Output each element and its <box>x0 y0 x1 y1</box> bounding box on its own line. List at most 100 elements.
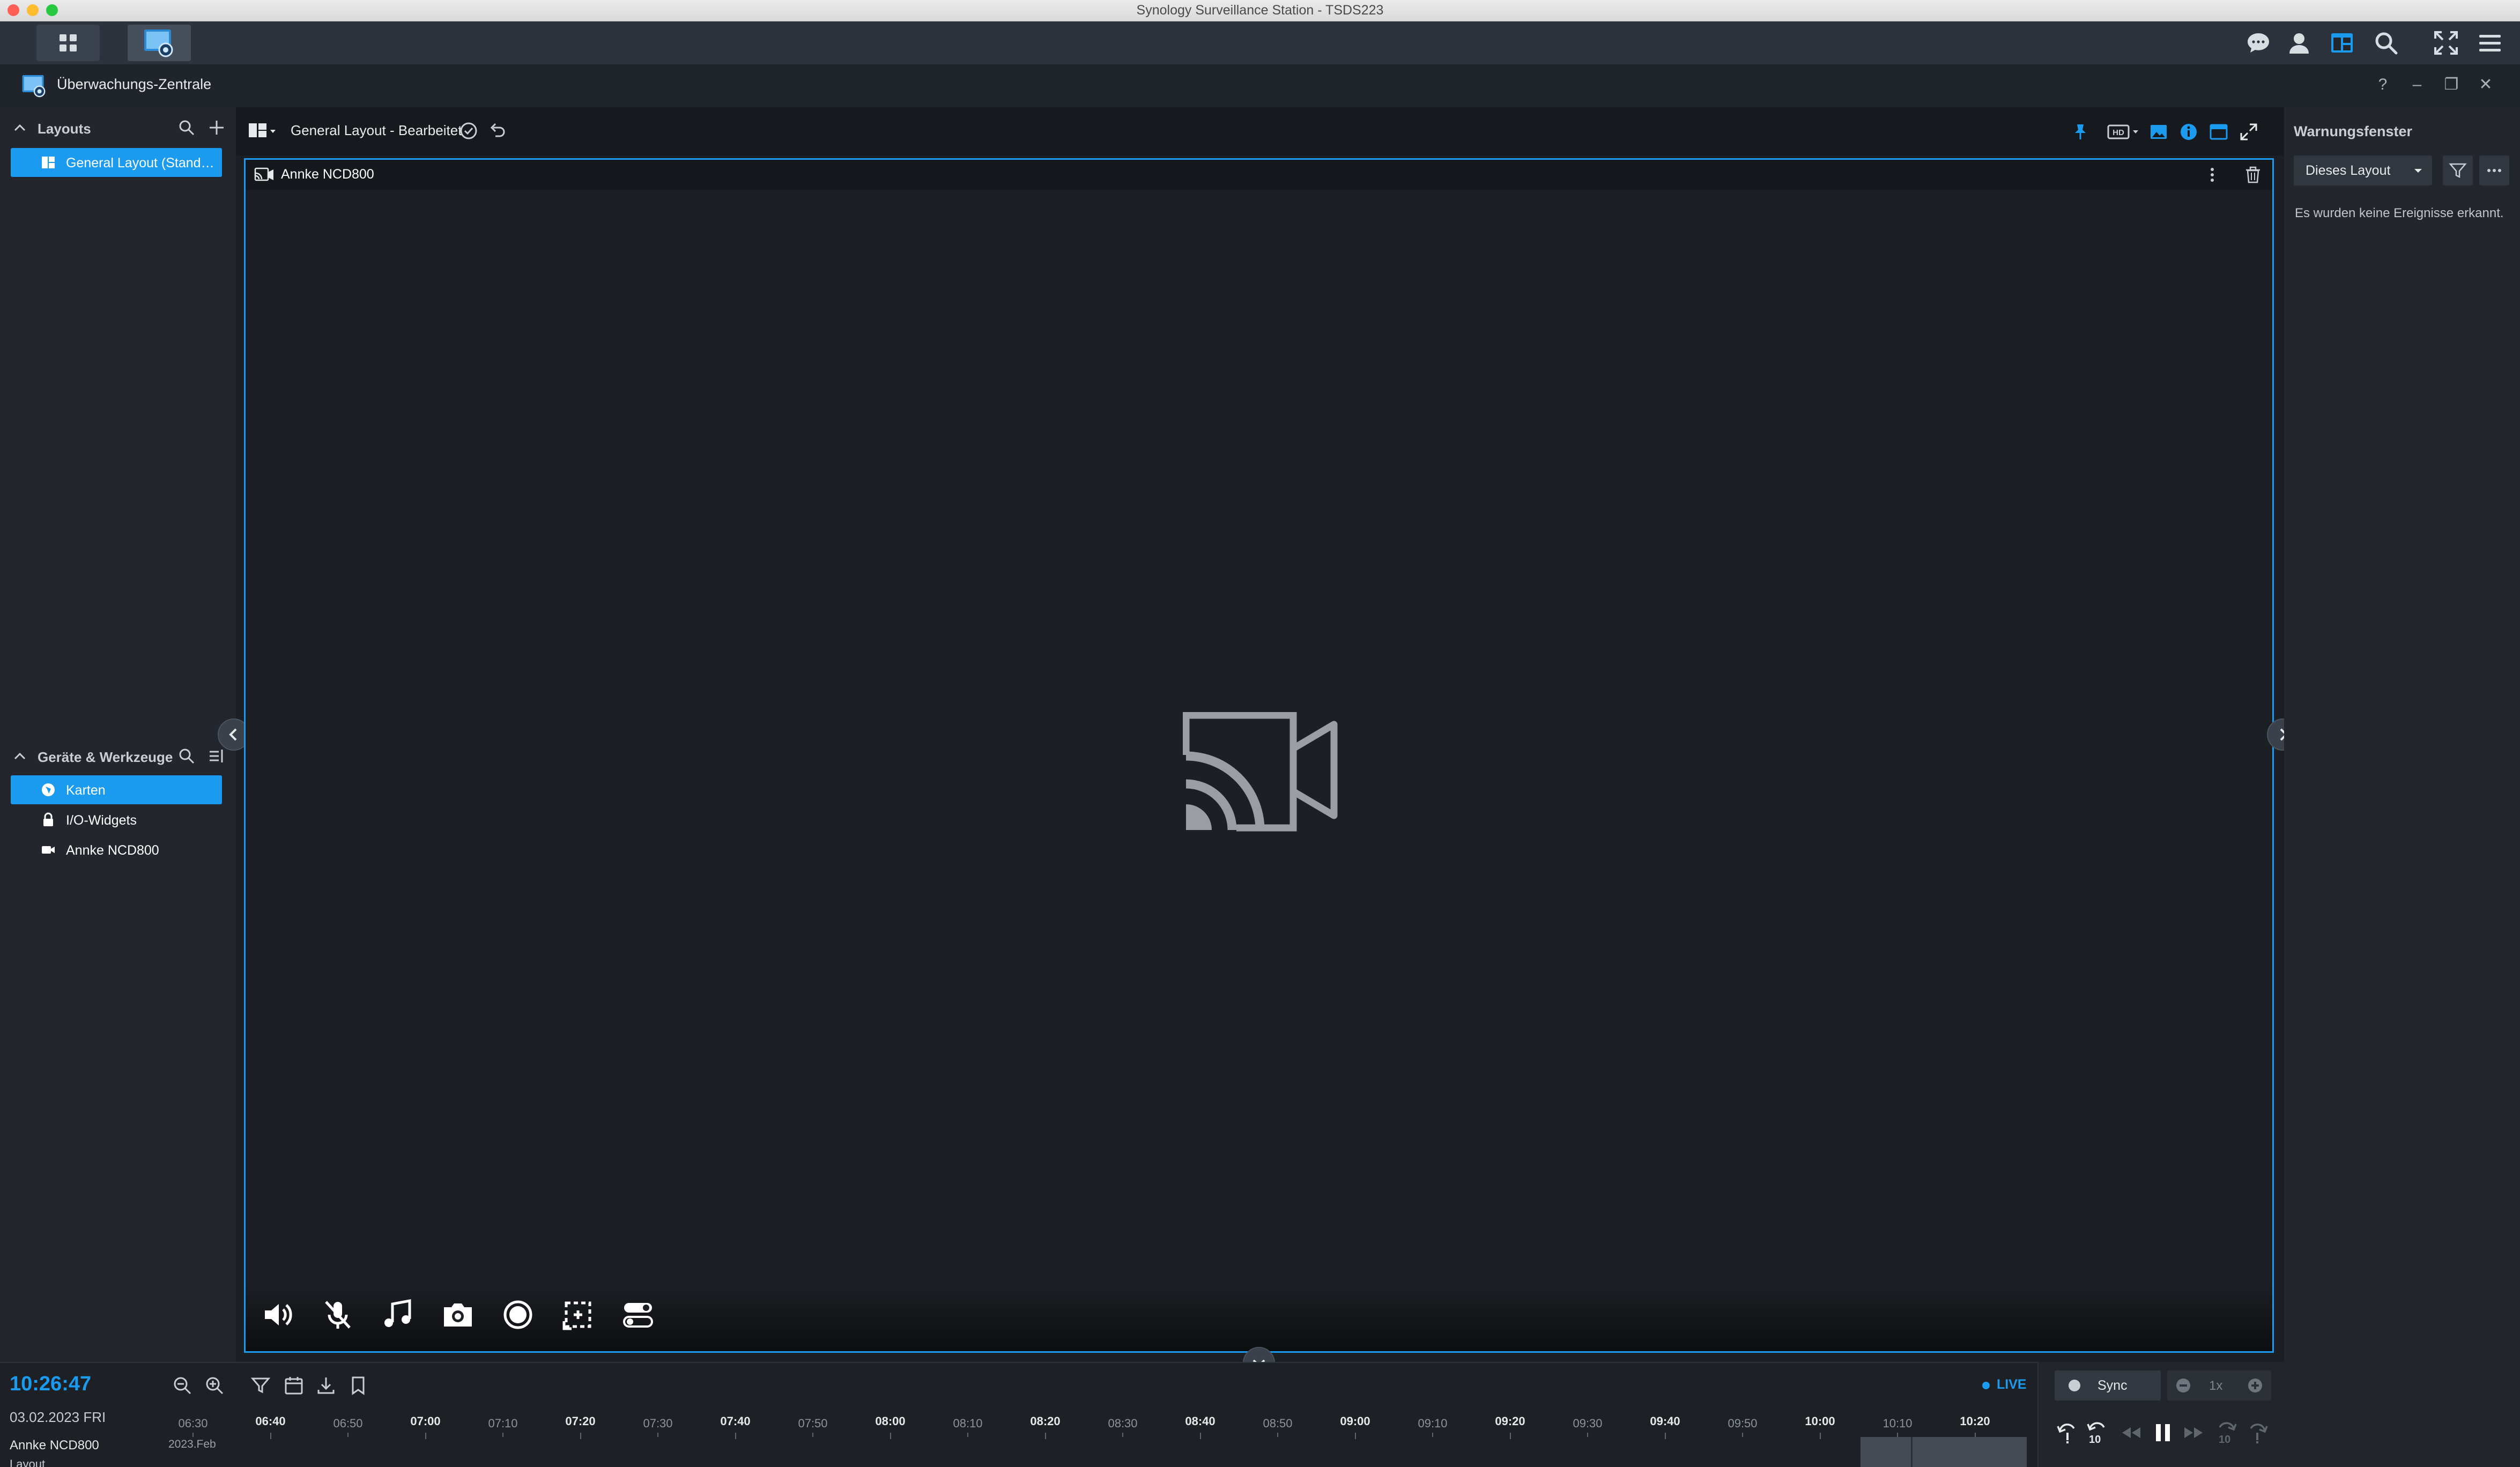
timeline-tick-label: 07:40 <box>720 1414 751 1428</box>
toggle-settings-icon[interactable] <box>621 1298 655 1332</box>
layout-item-general[interactable]: General Layout (Standard) <box>11 148 222 177</box>
speed-decrease-icon[interactable] <box>2175 1377 2192 1394</box>
timeline-tick <box>1587 1433 1588 1437</box>
camera-name: Annke NCD800 <box>281 167 374 182</box>
playback-panel: Sync 1x 10 10 <box>2037 1362 2520 1467</box>
sync-label: Sync <box>2097 1378 2128 1393</box>
previous-event-icon[interactable] <box>2056 1421 2079 1444</box>
snapshot-camera-icon[interactable] <box>441 1298 475 1332</box>
timeline-tick <box>657 1433 658 1437</box>
recording-bar[interactable] <box>1861 1437 2027 1467</box>
timeline-tick-label: 10:10 <box>1882 1417 1913 1430</box>
event-scope-dropdown[interactable]: Dieses Layout <box>2294 155 2432 186</box>
surveillance-app-task-button[interactable] <box>128 25 191 61</box>
next-event-icon[interactable] <box>2245 1421 2269 1444</box>
search-devices-icon[interactable] <box>178 747 195 765</box>
timeline-tick-label: 08:40 <box>1185 1414 1215 1428</box>
device-item-camera[interactable]: Annke NCD800 <box>11 835 222 864</box>
more-options-button[interactable] <box>2479 155 2509 186</box>
sort-icon[interactable] <box>208 747 225 765</box>
camera-disconnected-icon <box>1183 712 1338 835</box>
layout-name: General Layout - Bearbeitet <box>291 122 462 138</box>
zoom-area-icon[interactable] <box>561 1298 595 1332</box>
timeline-filter-icon[interactable] <box>250 1375 271 1396</box>
left-sidebar: Layouts General Layout (Standard) Geräte… <box>0 107 236 1362</box>
minimize-button[interactable]: – <box>2406 74 2428 95</box>
rewind-icon[interactable] <box>2119 1421 2143 1444</box>
caret-down-icon <box>2414 169 2422 173</box>
expand-icon[interactable] <box>2239 122 2258 142</box>
user-icon[interactable] <box>2285 29 2313 57</box>
menu-icon[interactable] <box>2476 29 2504 57</box>
video-cell[interactable]: Annke NCD800 <box>244 158 2274 1353</box>
zoom-in-icon[interactable] <box>204 1375 225 1396</box>
layout-item-label: General Layout (Standard) <box>66 155 221 171</box>
add-layout-icon[interactable] <box>208 119 225 136</box>
device-item-karten[interactable]: Karten <box>11 775 222 804</box>
chat-icon[interactable] <box>2244 29 2272 57</box>
close-button[interactable]: ✕ <box>2475 74 2496 95</box>
speaker-icon[interactable] <box>261 1298 295 1332</box>
speed-control: 1x <box>2167 1370 2271 1401</box>
layout-switch-icon[interactable] <box>248 121 278 143</box>
snapshot-view-icon[interactable] <box>2149 122 2168 142</box>
chevron-up-icon[interactable] <box>13 121 27 135</box>
timeline-tick-label: 07:30 <box>643 1417 673 1430</box>
window-mode-icon[interactable] <box>2209 122 2228 142</box>
app-title-bar: Überwachungs-Zentrale ? – ❐ ✕ <box>0 64 2520 107</box>
alert-panel: Warnungsfenster Dieses Layout Es wurden … <box>2284 107 2520 1362</box>
devices-section-title: Geräte & Werkzeuge <box>38 749 173 765</box>
device-item-label: Annke NCD800 <box>66 843 159 858</box>
pin-icon[interactable] <box>2071 122 2090 142</box>
recording-bar-divider <box>1911 1437 1913 1467</box>
timeline-tick <box>270 1433 271 1439</box>
more-vertical-icon[interactable] <box>2204 165 2221 184</box>
timeline-month: 2023.Feb <box>168 1438 216 1450</box>
filter-icon <box>2449 163 2467 179</box>
calendar-icon[interactable] <box>283 1375 305 1396</box>
fast-forward-icon[interactable] <box>2182 1421 2206 1444</box>
record-icon[interactable] <box>501 1298 535 1332</box>
info-icon[interactable] <box>2179 122 2198 142</box>
timeline-tick-label: 08:30 <box>1108 1417 1138 1430</box>
main-menu-button[interactable] <box>36 25 100 61</box>
timeline-axis[interactable]: 06:30 06:40 06:50 07:00 07:10 07:20 07:30 07:40… <box>166 1414 2027 1439</box>
pause-icon[interactable] <box>2151 1421 2175 1444</box>
timeline-tick <box>735 1433 736 1439</box>
surveillance-app-icon <box>144 29 173 57</box>
timeline-tick <box>1664 1433 1666 1439</box>
devices-section-header[interactable]: Geräte & Werkzeuge <box>0 740 236 772</box>
live-label[interactable]: LIVE <box>1997 1377 2027 1392</box>
timeline-tick <box>580 1433 581 1439</box>
zoom-out-icon[interactable] <box>172 1375 193 1396</box>
save-check-icon[interactable] <box>459 121 478 140</box>
timeline-tick-label: 06:50 <box>333 1417 363 1430</box>
timeline-tick <box>967 1433 968 1437</box>
timeline-tick-label: 08:20 <box>1030 1414 1061 1428</box>
microphone-muted-icon[interactable] <box>321 1298 355 1332</box>
speed-increase-icon[interactable] <box>2247 1377 2264 1394</box>
timeline-tick-label: 09:40 <box>1650 1414 1680 1428</box>
download-icon[interactable] <box>315 1375 337 1396</box>
fullscreen-icon[interactable] <box>2432 29 2460 57</box>
chevron-up-icon[interactable] <box>13 750 27 764</box>
hd-quality-icon[interactable]: HD <box>2107 122 2143 142</box>
music-icon[interactable] <box>381 1298 415 1332</box>
device-item-io-widgets[interactable]: I/O-Widgets <box>11 805 222 834</box>
bookmark-icon[interactable] <box>347 1375 369 1396</box>
timeline-tick-label: 09:50 <box>1728 1417 1758 1430</box>
undo-icon[interactable] <box>488 121 507 140</box>
timeline-tick <box>1122 1433 1123 1437</box>
search-layouts-icon[interactable] <box>178 119 195 136</box>
widgets-icon[interactable] <box>2328 29 2356 57</box>
help-button[interactable]: ? <box>2372 74 2393 95</box>
timeline-tick <box>1742 1433 1743 1437</box>
timeline-tick-label: 08:50 <box>1263 1417 1293 1430</box>
search-icon[interactable] <box>2372 29 2400 57</box>
sync-button[interactable]: Sync <box>2055 1370 2161 1401</box>
timeline-tick-label: 09:30 <box>1573 1417 1603 1430</box>
layouts-section-header[interactable]: Layouts <box>0 112 236 144</box>
delete-icon[interactable] <box>2243 165 2263 184</box>
filter-button[interactable] <box>2443 155 2473 186</box>
restore-button[interactable]: ❐ <box>2441 74 2462 95</box>
